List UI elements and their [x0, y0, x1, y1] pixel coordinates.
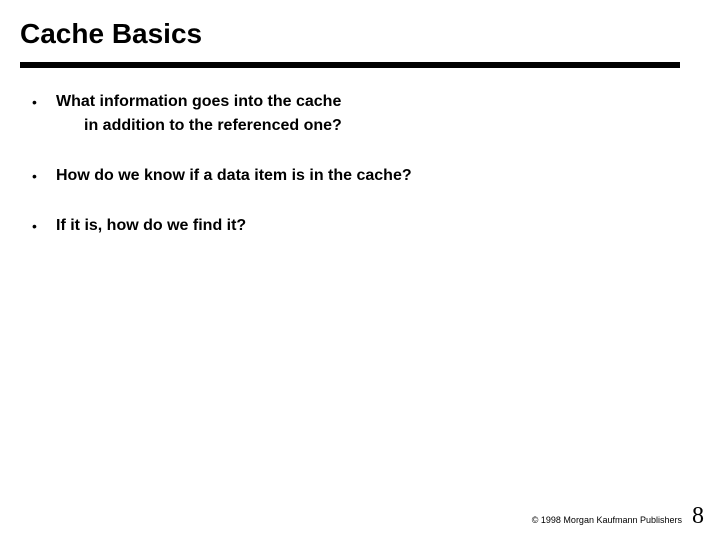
bullet-text: If it is, how do we find it?	[56, 214, 246, 238]
list-item: • What information goes into the cache i…	[32, 90, 672, 138]
bullet-icon: •	[32, 164, 56, 186]
title-rule	[20, 62, 680, 68]
bullet-line: What information goes into the cache	[56, 90, 342, 114]
page-number: 8	[692, 503, 704, 530]
slide-footer: © 1998 Morgan Kaufmann Publishers 8	[532, 503, 704, 530]
bullet-line: How do we know if a data item is in the …	[56, 164, 412, 188]
slide-body: • What information goes into the cache i…	[32, 90, 672, 264]
bullet-icon: •	[32, 90, 56, 112]
slide-title: Cache Basics	[20, 18, 202, 50]
bullet-line: If it is, how do we find it?	[56, 214, 246, 238]
copyright-text: © 1998 Morgan Kaufmann Publishers	[532, 515, 682, 525]
bullet-text: What information goes into the cache in …	[56, 90, 342, 138]
slide: Cache Basics • What information goes int…	[0, 0, 720, 540]
bullet-line: in addition to the referenced one?	[56, 114, 342, 138]
list-item: • How do we know if a data item is in th…	[32, 164, 672, 188]
bullet-icon: •	[32, 214, 56, 236]
list-item: • If it is, how do we find it?	[32, 214, 672, 238]
bullet-text: How do we know if a data item is in the …	[56, 164, 412, 188]
